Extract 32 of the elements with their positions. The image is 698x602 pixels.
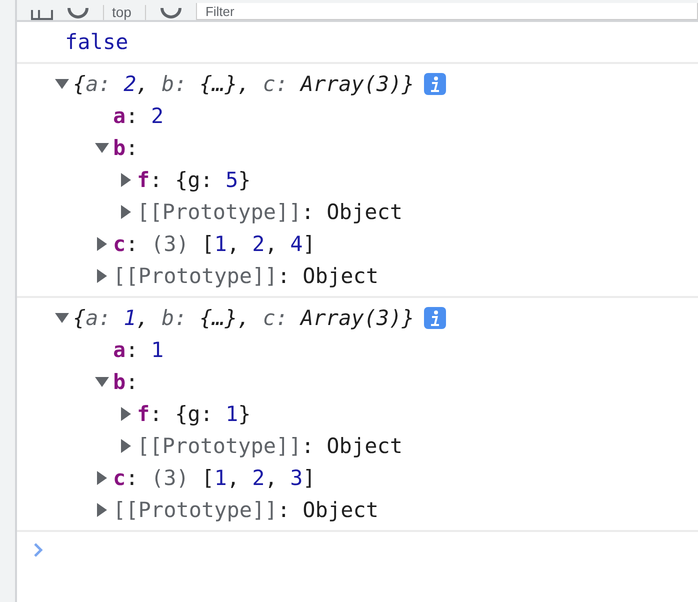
collapsed-triangle-icon[interactable]	[97, 237, 107, 251]
object-summary: {a: 1, b: {…}, c: Array(3)}	[73, 306, 414, 330]
collapsed-triangle-icon[interactable]	[97, 269, 107, 283]
property-entry: [[Prototype]]: Object	[137, 434, 403, 458]
property-entry: c: (3) [1, 2, 3]	[113, 466, 316, 490]
collapsed-triangle-icon[interactable]	[97, 471, 107, 485]
info-icon[interactable]	[424, 73, 446, 95]
filter-field[interactable]: Filter	[196, 3, 698, 20]
property-entry: b:	[113, 136, 138, 160]
collapsed-triangle-icon[interactable]	[121, 205, 131, 219]
collapsed-triangle-icon[interactable]	[97, 503, 107, 517]
info-icon[interactable]	[424, 307, 446, 329]
property-entry: f: {g: 5}	[137, 168, 251, 192]
property-entry: [[Prototype]]: Object	[137, 200, 403, 224]
expanded-triangle-icon[interactable]	[95, 143, 109, 153]
property-entry: [[Prototype]]: Object	[113, 498, 379, 522]
object-summary: {a: 2, b: {…}, c: Array(3)}	[73, 72, 414, 96]
property-entry: [[Prototype]]: Object	[113, 264, 379, 288]
sidebar-toggle-icon[interactable]	[31, 10, 53, 20]
collapsed-triangle-icon[interactable]	[121, 407, 131, 421]
property-entry: a: 1	[113, 338, 164, 362]
collapsed-triangle-icon[interactable]	[121, 173, 131, 187]
property-entry: b:	[113, 370, 138, 394]
console-value: false	[64, 30, 128, 54]
property-entry: f: {g: 1}	[137, 402, 251, 426]
property-entry: a: 2	[113, 104, 164, 128]
expanded-triangle-icon[interactable]	[95, 377, 109, 387]
property-entry: c: (3) [1, 2, 4]	[113, 232, 316, 256]
expanded-triangle-icon[interactable]	[55, 313, 69, 323]
context-selector[interactable]: top	[103, 5, 146, 20]
expanded-triangle-icon[interactable]	[55, 79, 69, 89]
collapsed-triangle-icon[interactable]	[121, 439, 131, 453]
